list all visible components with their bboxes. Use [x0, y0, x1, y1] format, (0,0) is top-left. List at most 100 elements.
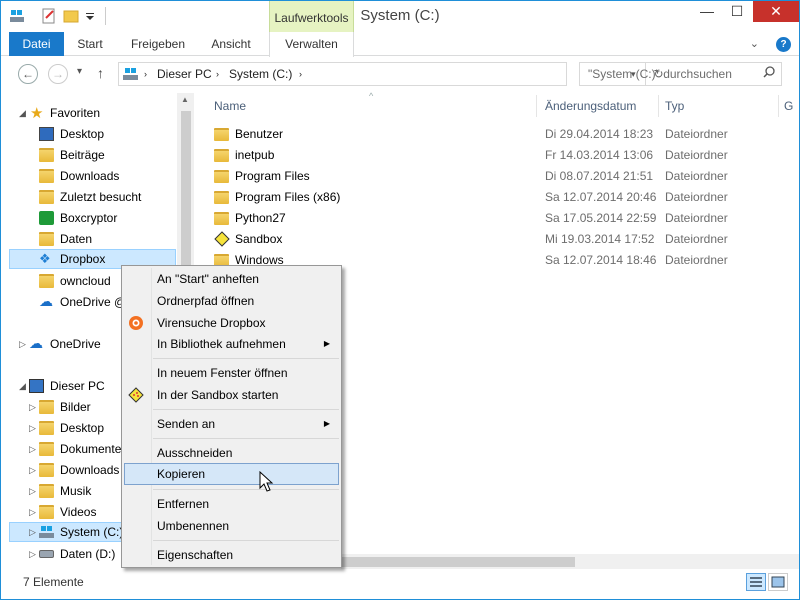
breadcrumb-system-c[interactable]: System (C:) — [229, 67, 292, 81]
cloud-icon: ☁ — [29, 335, 43, 351]
ribbon-expand-icon[interactable]: ⌄ — [750, 38, 759, 50]
collapse-icon[interactable]: ◢ — [19, 103, 26, 123]
large-icons-view-button[interactable] — [768, 573, 788, 591]
column-header-size[interactable]: G — [784, 99, 793, 113]
column-separator[interactable] — [658, 95, 659, 117]
address-bar[interactable]: › Dieser PC › System (C:) › ▾ ↻ — [118, 62, 664, 86]
menu-label: Ordnerpfad öffnen — [157, 294, 255, 308]
recent-locations-icon[interactable]: ▾ — [77, 66, 82, 77]
menu-item-copy[interactable]: Kopieren — [124, 463, 339, 485]
expand-icon[interactable]: ▷ — [29, 523, 36, 541]
mouse-cursor-icon — [259, 470, 275, 493]
breadcrumb-separator[interactable]: › — [299, 69, 302, 79]
column-separator[interactable] — [778, 95, 779, 117]
tree-item-desktop[interactable]: Desktop — [1, 124, 177, 144]
help-icon[interactable]: ? — [776, 37, 791, 52]
collapse-icon[interactable]: ◢ — [19, 376, 26, 396]
file-name: Program Files — [235, 169, 310, 183]
back-button[interactable]: ← — [18, 64, 38, 84]
menu-item-open-new-window[interactable]: In neuem Fenster öffnen — [124, 362, 339, 384]
up-button[interactable]: ↑ — [97, 65, 104, 81]
desktop-folder-icon — [39, 421, 54, 435]
breadcrumb-dieser-pc[interactable]: Dieser PC — [157, 67, 212, 81]
expand-icon[interactable]: ▷ — [29, 544, 36, 564]
menu-item-properties[interactable]: Eigenschaften — [124, 544, 339, 566]
minimize-button[interactable]: — — [692, 1, 722, 22]
file-row[interactable]: inetpub Fr 14.03.2014 13:06 Dateiordner — [204, 145, 784, 166]
file-row[interactable]: Python27 Sa 17.05.2014 22:59 Dateiordner — [204, 208, 784, 229]
close-button[interactable]: ✕ — [753, 1, 799, 22]
menu-item-remove[interactable]: Entfernen — [124, 493, 339, 515]
menu-separator — [153, 409, 339, 410]
expand-icon[interactable]: ▷ — [29, 397, 36, 417]
menu-item-virus-scan[interactable]: Virensuche Dropbox — [124, 312, 339, 334]
file-date: Di 29.04.2014 18:23 — [545, 127, 654, 141]
tree-favorites[interactable]: ◢ ★ Favoriten — [1, 103, 177, 123]
expand-icon[interactable]: ▷ — [19, 334, 26, 354]
downloads-folder-icon — [39, 463, 54, 477]
search-input[interactable]: "System (C:)" durchsuchen — [579, 62, 782, 86]
tab-start[interactable]: Start — [67, 32, 113, 56]
menu-item-run-sandboxed[interactable]: In der Sandbox starten — [124, 384, 339, 406]
file-row[interactable]: Program Files Di 08.07.2014 21:51 Dateio… — [204, 166, 784, 187]
tab-datei[interactable]: Datei — [9, 32, 64, 56]
drive-icon — [39, 525, 54, 539]
file-name: Sandbox — [235, 232, 283, 246]
tree-item-boxcryptor[interactable]: Boxcryptor — [1, 208, 177, 228]
file-row[interactable]: Program Files (x86) Sa 12.07.2014 20:46 … — [204, 187, 784, 208]
tree-label: Favoriten — [50, 106, 101, 120]
menu-item-rename[interactable]: Umbenennen — [124, 515, 339, 537]
menu-label: Senden an — [157, 417, 216, 431]
title-bar: Laufwerktools System (C:) — ☐ ✕ — [1, 1, 799, 33]
menu-label: In der Sandbox starten — [157, 388, 279, 402]
column-header-date[interactable]: Änderungsdatum — [545, 99, 636, 113]
folder-icon — [214, 128, 229, 141]
menu-item-open-folder-path[interactable]: Ordnerpfad öffnen — [124, 290, 339, 312]
file-type: Dateiordner — [665, 127, 728, 141]
tab-freigeben[interactable]: Freigeben — [122, 32, 194, 56]
expand-icon[interactable]: ▷ — [29, 481, 36, 501]
column-separator[interactable] — [536, 95, 537, 117]
tab-ansicht[interactable]: Ansicht — [201, 32, 261, 56]
file-name: Python27 — [235, 211, 286, 225]
expand-icon[interactable]: ▷ — [29, 439, 36, 459]
menu-label: In neuem Fenster öffnen — [157, 366, 288, 380]
breadcrumb-separator[interactable]: › — [216, 69, 219, 79]
menu-label: Virensuche Dropbox — [157, 316, 266, 330]
tree-label: Daten (D:) — [60, 547, 116, 561]
menu-item-add-to-library[interactable]: In Bibliothek aufnehmen ▶ — [124, 333, 339, 355]
tree-item-zuletzt-besucht[interactable]: Zuletzt besucht — [1, 187, 177, 207]
horizontal-scrollbar-thumb[interactable] — [342, 557, 575, 567]
menu-item-pin-start[interactable]: An "Start" anheften — [124, 268, 339, 290]
search-placeholder: "System (C:)" durchsuchen — [588, 67, 732, 81]
menu-item-cut[interactable]: Ausschneiden — [124, 442, 339, 464]
expand-icon[interactable]: ▷ — [29, 460, 36, 480]
window-title: System (C:) — [360, 7, 440, 24]
tree-label: Bilder — [60, 400, 91, 414]
file-row[interactable]: Benutzer Di 29.04.2014 18:23 Dateiordner — [204, 124, 784, 145]
folder-icon — [39, 148, 54, 162]
menu-item-send-to[interactable]: Senden an ▶ — [124, 413, 339, 435]
tree-item-daten[interactable]: Daten — [1, 229, 177, 249]
scroll-up-arrow[interactable]: ▲ — [181, 95, 189, 104]
expand-icon[interactable]: ▷ — [29, 418, 36, 438]
file-row[interactable]: Sandbox Mi 19.03.2014 17:52 Dateiordner — [204, 229, 784, 250]
maximize-button[interactable]: ☐ — [722, 1, 752, 22]
file-type: Dateiordner — [665, 253, 728, 267]
submenu-arrow-icon: ▶ — [323, 339, 330, 348]
videos-folder-icon — [39, 505, 54, 519]
context-menu: An "Start" anheften Ordnerpfad öffnen Vi… — [121, 265, 342, 568]
hard-drive-icon — [39, 550, 54, 558]
forward-button[interactable]: → — [48, 64, 68, 84]
tree-item-beitraege[interactable]: Beiträge — [1, 145, 177, 165]
expand-icon[interactable]: ▷ — [29, 502, 36, 522]
breadcrumb-separator[interactable]: › — [144, 69, 147, 79]
tree-item-downloads[interactable]: Downloads — [1, 166, 177, 186]
tab-verwalten[interactable]: Verwalten — [269, 32, 354, 57]
file-date: Mi 19.03.2014 17:52 — [545, 232, 655, 246]
tree-label: System (C:) — [60, 525, 124, 539]
column-header-type[interactable]: Typ — [665, 99, 684, 113]
column-header-name[interactable]: Name — [214, 99, 246, 113]
details-view-button[interactable] — [746, 573, 766, 591]
status-bar: 7 Elemente — [1, 569, 799, 599]
